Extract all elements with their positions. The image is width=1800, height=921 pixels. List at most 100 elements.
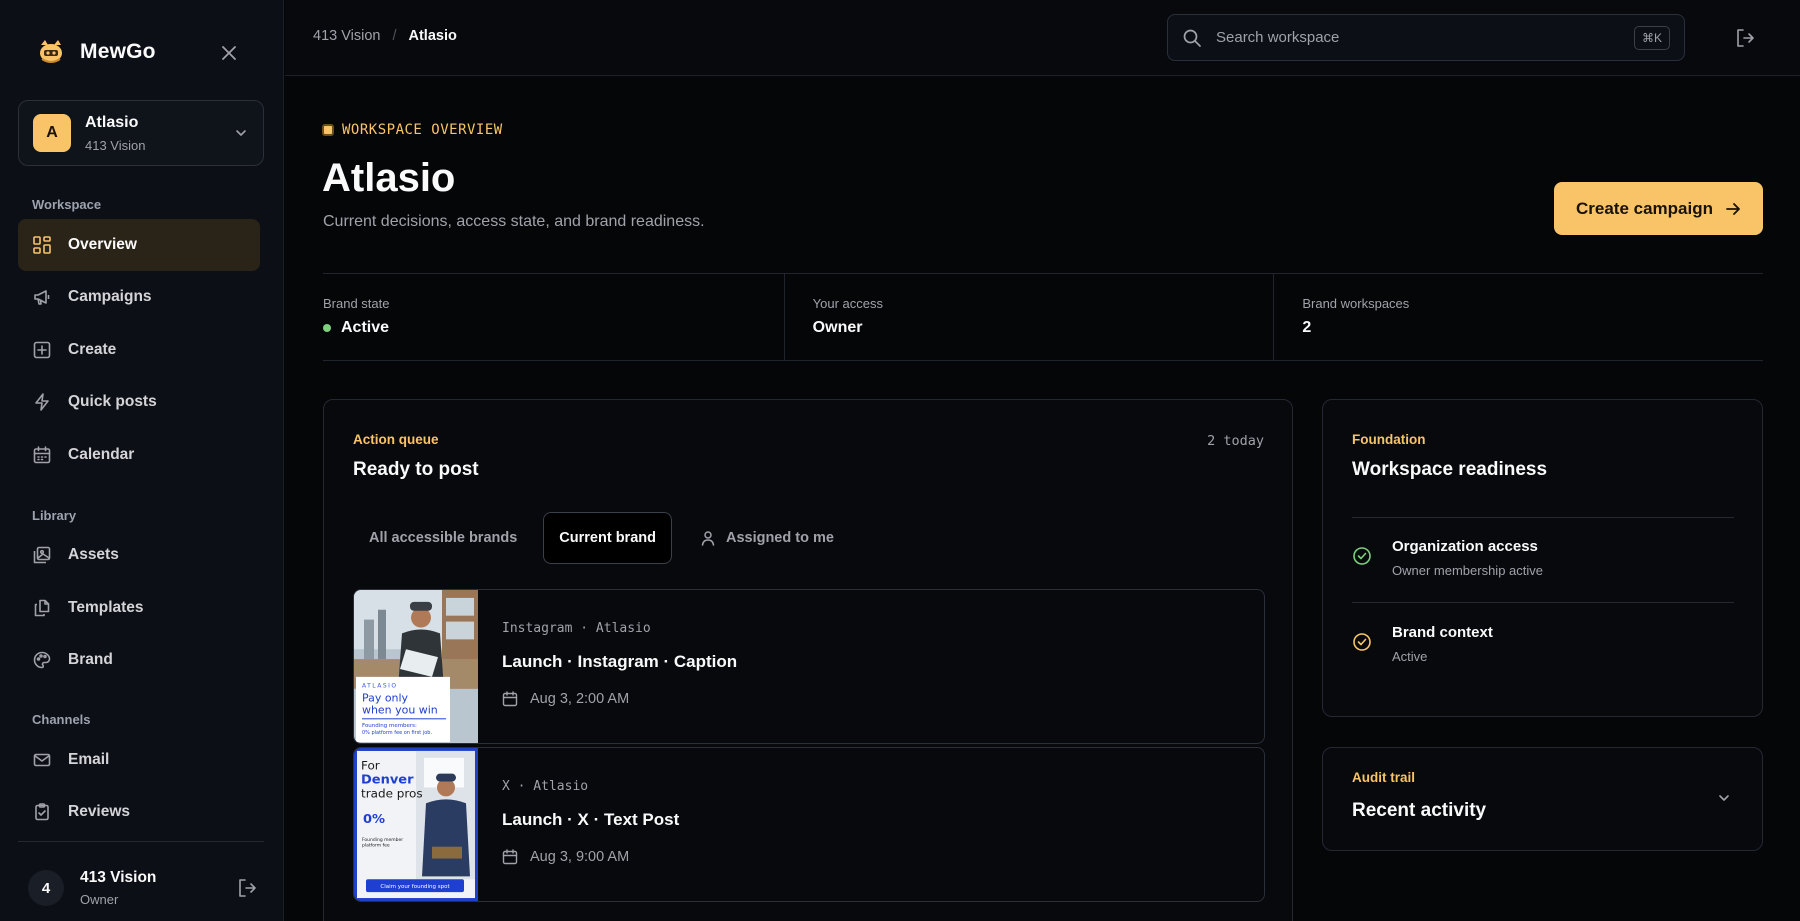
readiness-sub: Owner membership active <box>1392 563 1543 578</box>
chevron-down-icon[interactable] <box>1716 790 1732 806</box>
sidebar-item-calendar[interactable]: Calendar <box>18 429 260 481</box>
user-profile[interactable]: 4 413 Vision Owner <box>28 866 258 910</box>
sidebar-item-templates[interactable]: Templates <box>18 582 260 634</box>
sidebar-item-reviews[interactable]: Reviews <box>18 786 260 838</box>
search-shortcut-badge: ⌘K <box>1633 25 1670 50</box>
create-campaign-button[interactable]: Create campaign <box>1554 182 1763 235</box>
check-circle-icon <box>1353 633 1371 651</box>
close-sidebar-button[interactable] <box>218 42 240 64</box>
tab-assigned-to-me[interactable]: Assigned to me <box>684 512 850 564</box>
post-thumbnail: ATLASIO Pay only when you win Founding m… <box>354 590 478 743</box>
breadcrumb-parent[interactable]: 413 Vision <box>313 28 380 44</box>
sidebar-item-label: Reviews <box>68 803 131 820</box>
user-role: Owner <box>80 892 119 907</box>
breadcrumb-separator: / <box>392 28 397 44</box>
thumb-line-3: trade pros <box>361 786 423 800</box>
app-name: MewGo <box>80 40 156 63</box>
sidebar-item-email[interactable]: Email <box>18 734 260 786</box>
user-icon <box>701 531 715 546</box>
readiness-title: Organization access <box>1392 538 1538 555</box>
thumb-brand: ATLASIO <box>362 683 398 690</box>
tab-all-accessible-brands[interactable]: All accessible brands <box>353 512 533 564</box>
logout-icon[interactable] <box>1734 27 1756 49</box>
chevron-down-icon <box>236 130 246 136</box>
thumb-pct: 0% <box>363 812 385 827</box>
card-title: Workspace readiness <box>1352 459 1548 480</box>
queue-tabs: All accessible brands Current brand Assi… <box>353 512 850 564</box>
megaphone-icon <box>32 287 52 307</box>
check-circle-icon <box>1353 547 1371 565</box>
sidebar-item-overview[interactable]: Overview <box>18 219 260 271</box>
thumb-fine-1: Founding members: <box>362 723 417 729</box>
thumb-headline-2: when you win <box>362 703 438 716</box>
sidebar-item-label: Email <box>68 751 110 768</box>
palette-icon <box>32 650 52 670</box>
card-eyebrow: Foundation <box>1352 432 1426 447</box>
queue-count: 2 today <box>1207 433 1264 449</box>
plus-square-icon <box>32 340 52 360</box>
page-subtitle: Current decisions, access state, and bra… <box>323 213 705 230</box>
thumb-fine-2: platform fee <box>362 843 390 849</box>
stat-brand-state: Brand state Active <box>323 274 785 360</box>
stats-row: Brand state Active Your access Owner Bra… <box>323 273 1763 361</box>
sidebar-item-assets[interactable]: Assets <box>18 529 260 581</box>
grid-icon <box>32 235 52 255</box>
stat-label: Brand workspaces <box>1302 296 1410 311</box>
workspace-org: 413 Vision <box>85 137 146 153</box>
stat-value: Active <box>323 319 784 337</box>
sidebar-item-label: Templates <box>68 599 144 616</box>
post-meta: Instagram · Atlasio <box>502 621 651 636</box>
card-eyebrow: Action queue <box>353 432 439 447</box>
thumb-line-1: For <box>361 759 380 773</box>
post-thumbnail: For Denver trade pros 0% Founding member… <box>354 748 478 901</box>
sidebar-item-label: Brand <box>68 651 113 668</box>
thumb-line-2: Denver <box>361 773 414 788</box>
thumb-fine-1: Founding member <box>362 837 403 843</box>
divider <box>1352 517 1734 518</box>
workspace-switcher[interactable]: A Atlasio 413 Vision <box>18 100 264 166</box>
readiness-title: Brand context <box>1392 624 1493 641</box>
post-meta: X · Atlasio <box>502 779 589 794</box>
stat-value: 2 <box>1302 319 1312 336</box>
calendar-icon <box>502 691 518 707</box>
action-queue-card: Action queue Ready to post 2 today All a… <box>323 399 1293 921</box>
queue-post-item[interactable]: For Denver trade pros 0% Founding member… <box>353 747 1265 902</box>
app-logo[interactable]: MewGo <box>36 37 156 67</box>
post-title: Launch · Instagram · Caption <box>502 652 738 671</box>
workspace-readiness-card: Foundation Workspace readiness Organizat… <box>1322 399 1763 717</box>
clipboard-check-icon <box>32 802 52 822</box>
audit-trail-card[interactable]: Audit trail Recent activity <box>1322 747 1763 851</box>
sidebar: MewGo A Atlasio 413 Vision Workspace Ove… <box>0 0 284 921</box>
logout-icon[interactable] <box>236 877 258 899</box>
eyebrow-dot <box>322 124 334 136</box>
workspace-avatar: A <box>33 114 71 152</box>
sidebar-item-label: Overview <box>68 236 137 253</box>
readiness-item-brand-context: Brand context Active <box>1352 624 1493 664</box>
nav-section-workspace: Workspace <box>32 197 102 212</box>
nav-section-channels: Channels <box>32 712 91 727</box>
sidebar-item-quick-posts[interactable]: Quick posts <box>18 376 260 428</box>
sidebar-item-create[interactable]: Create <box>18 324 260 376</box>
tab-current-brand[interactable]: Current brand <box>543 512 672 564</box>
topbar: 413 Vision / Atlasio ⌘K <box>285 0 1800 76</box>
sidebar-item-campaigns[interactable]: Campaigns <box>18 271 260 323</box>
readiness-sub: Active <box>1392 649 1428 664</box>
thumb-fine-2: 0% platform fee on first job. <box>362 730 432 736</box>
arrow-right-icon <box>1726 202 1740 215</box>
page-title: Atlasio <box>322 156 456 200</box>
sidebar-item-brand[interactable]: Brand <box>18 634 260 686</box>
sidebar-item-label: Calendar <box>68 446 135 463</box>
card-eyebrow: Audit trail <box>1352 770 1415 785</box>
card-title: Recent activity <box>1352 800 1487 821</box>
stat-value: Owner <box>812 319 863 336</box>
search-input[interactable] <box>1216 29 1634 46</box>
queue-post-item[interactable]: ATLASIO Pay only when you win Founding m… <box>353 589 1265 744</box>
search-box[interactable]: ⌘K <box>1167 14 1685 61</box>
post-date-text: Aug 3, 2:00 AM <box>530 691 630 707</box>
card-title: Ready to post <box>353 459 479 480</box>
nav-section-library: Library <box>32 508 77 523</box>
stat-label: Your access <box>812 296 884 311</box>
sidebar-divider <box>18 841 264 842</box>
post-date: Aug 3, 9:00 AM <box>502 849 629 865</box>
cat-logo-icon <box>40 40 62 63</box>
